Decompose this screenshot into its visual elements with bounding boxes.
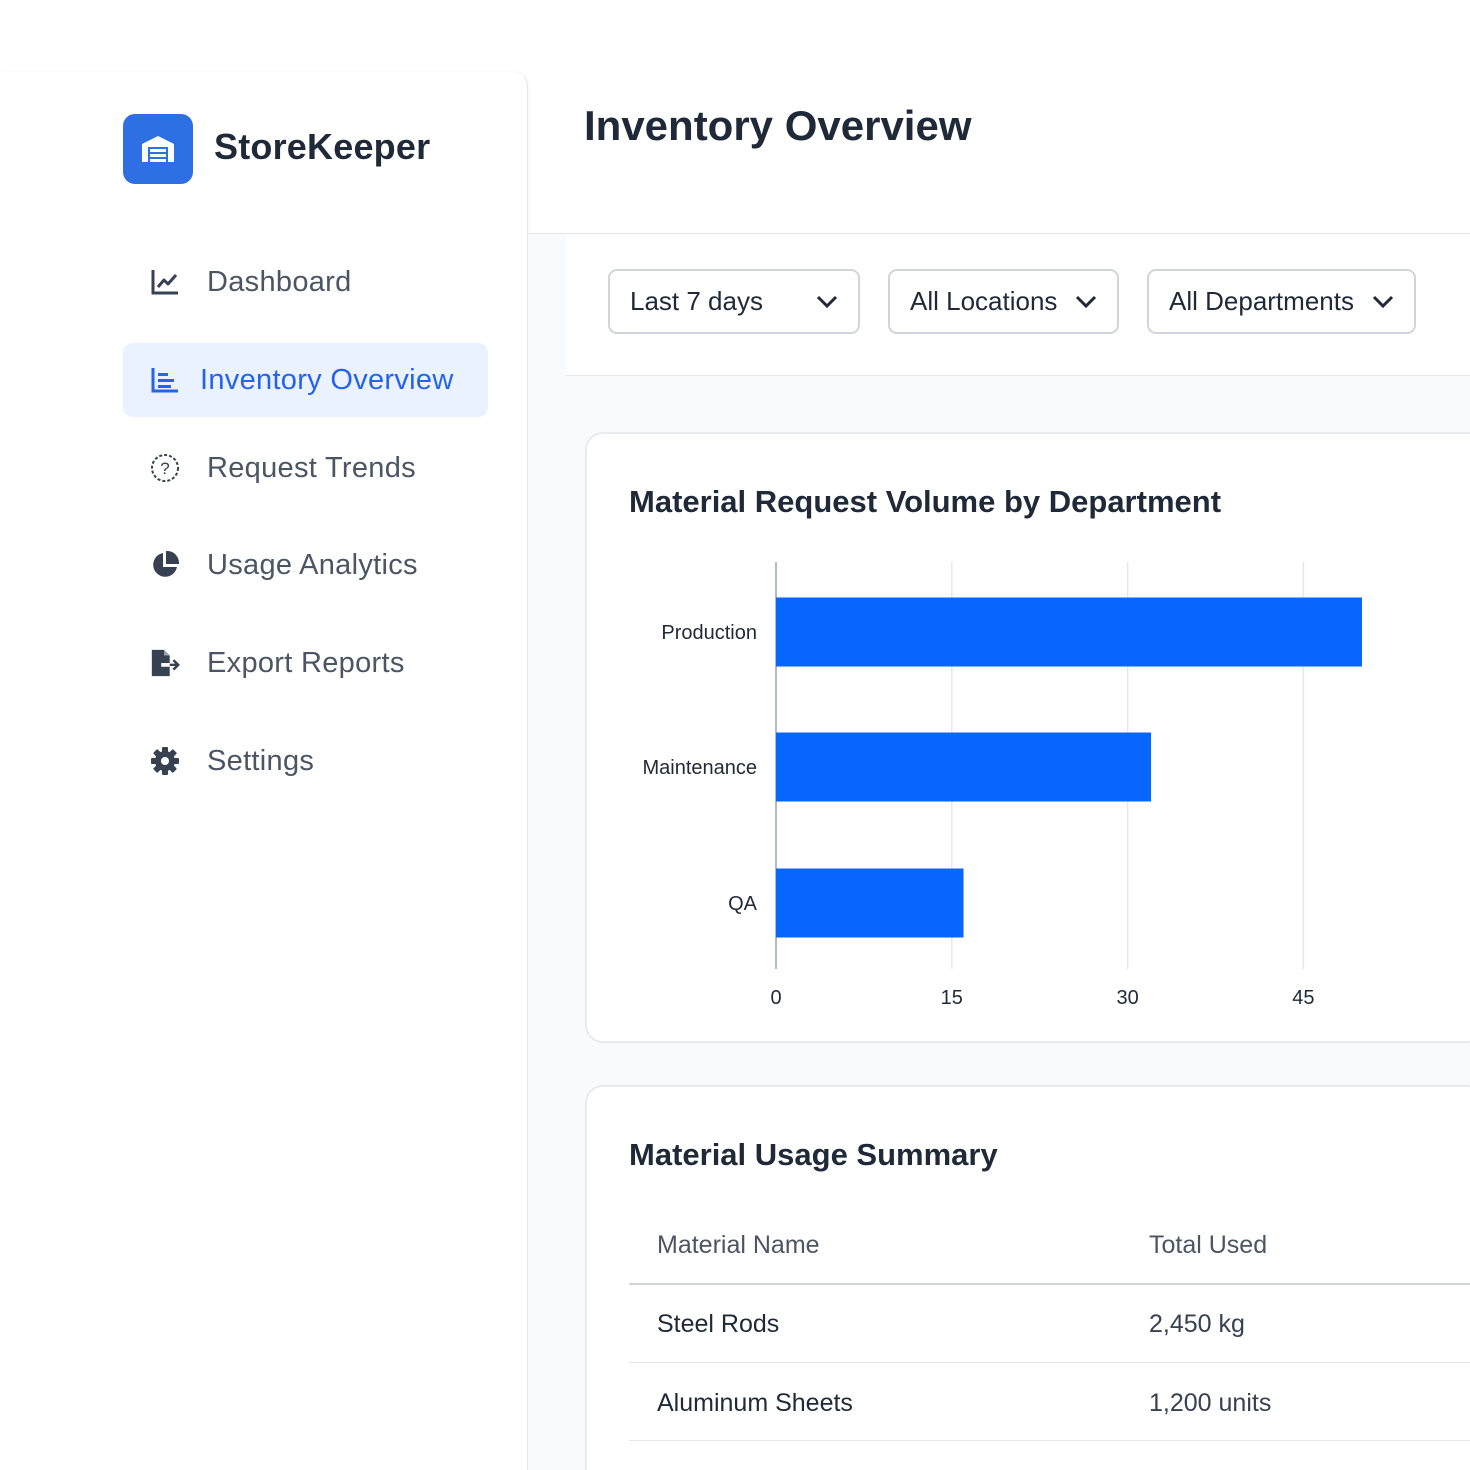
line-chart-icon (149, 266, 181, 298)
chevron-down-icon (1372, 295, 1394, 308)
department-select[interactable]: All Departments (1147, 269, 1416, 334)
app-name: StoreKeeper (214, 126, 431, 167)
sidebar-item-label: Settings (207, 744, 315, 777)
page-title: Inventory Overview (584, 102, 972, 149)
sidebar-item-label: Inventory Overview (200, 363, 454, 396)
column-header-total-used[interactable]: Total Used (1149, 1231, 1267, 1260)
bar (776, 868, 964, 938)
material-name-cell: Steel Rods (657, 1310, 780, 1338)
material-name-cell: Aluminum Sheets (657, 1389, 853, 1417)
total-used-cell: 1,200 units (1149, 1389, 1272, 1417)
bar-chart: 01530456ProductionMaintenanceQA (642, 562, 1362, 1009)
sidebar-item-export-reports[interactable]: Export Reports (123, 626, 488, 700)
chart-card: Material Request Volume by Department 01… (585, 432, 1470, 1043)
department-select-value: All Departments (1169, 286, 1354, 316)
sidebar-item-label: Dashboard (207, 265, 352, 298)
sidebar-item-label: Request Trends (207, 451, 416, 484)
file-export-icon (149, 647, 181, 679)
row-divider (629, 1362, 1470, 1363)
bar (776, 597, 1362, 667)
y-category-label: Maintenance (642, 757, 757, 779)
svg-text:?: ? (160, 459, 169, 478)
sidebar-item-settings[interactable]: Settings (123, 724, 488, 798)
sidebar-item-dashboard[interactable]: Dashboard (123, 245, 488, 319)
total-used-cell: 2,450 kg (1149, 1310, 1245, 1338)
bar-list-icon (149, 364, 181, 396)
period-select-value: Last 7 days (630, 286, 763, 316)
column-header-material-name[interactable]: Material Name (657, 1231, 820, 1260)
pie-chart-icon (149, 549, 181, 581)
period-select[interactable]: Last 7 days (608, 269, 860, 334)
sidebar-item-inventory-overview[interactable]: Inventory Overview (123, 343, 488, 417)
y-category-label: Production (661, 622, 757, 644)
x-tick-label: 15 (941, 987, 963, 1009)
sidebar-item-usage-analytics[interactable]: Usage Analytics (123, 528, 488, 602)
location-select-value: All Locations (910, 286, 1058, 316)
x-tick-label: 30 (1116, 987, 1138, 1009)
y-category-label: QA (728, 893, 758, 915)
row-divider (629, 1440, 1470, 1441)
x-tick-label: 45 (1292, 987, 1314, 1009)
location-select[interactable]: All Locations (888, 269, 1119, 334)
sidebar-item-label: Usage Analytics (207, 548, 418, 581)
sidebar-item-request-trends[interactable]: ? Request Trends (123, 431, 488, 505)
chevron-down-icon (816, 295, 838, 308)
x-tick-label: 0 (770, 987, 781, 1009)
warehouse-icon (142, 136, 174, 162)
question-circle-icon: ? (149, 452, 181, 484)
sidebar-item-label: Export Reports (207, 646, 405, 679)
table-header-divider (629, 1283, 1470, 1285)
bar (776, 732, 1152, 802)
gear-icon (149, 745, 181, 777)
app-logo[interactable] (123, 114, 193, 184)
table-card: Material Usage Summary Material Name Tot… (585, 1085, 1470, 1470)
table-title: Material Usage Summary (629, 1137, 998, 1172)
chevron-down-icon (1075, 295, 1097, 308)
